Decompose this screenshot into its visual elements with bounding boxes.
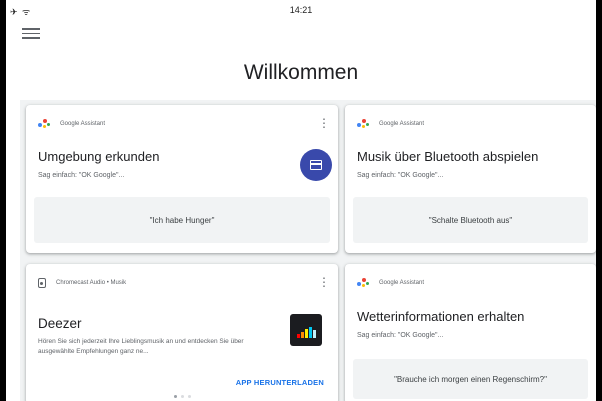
carousel-dot: [187, 395, 191, 398]
google-assistant-icon: [357, 278, 371, 288]
query-example[interactable]: "Ich habe Hunger": [34, 197, 330, 243]
more-options-icon[interactable]: ⋮: [318, 276, 330, 290]
card-title: Deezer: [38, 316, 82, 331]
card-source-label: Chromecast Audio • Musik: [56, 280, 127, 286]
card-source-label: Google Assistant: [60, 121, 106, 127]
status-time: 14:21: [289, 5, 313, 15]
google-assistant-icon: [38, 119, 52, 129]
card-musik-bluetooth[interactable]: Google Assistant Musik über Bluetooth ab…: [345, 105, 596, 253]
device-bezel-right: [596, 0, 602, 401]
card-umgebung-erkunden[interactable]: Google Assistant ⋮ Umgebung erkunden Sag…: [26, 105, 338, 253]
screen: ✈ ᯤ 14:21 Willkommen Google Assistant ⋮ …: [6, 0, 596, 401]
carousel-dot: [173, 395, 177, 398]
hamburger-menu-icon[interactable]: [22, 28, 40, 42]
query-example[interactable]: "Schalte Bluetooth aus": [353, 197, 588, 243]
deezer-logo: [290, 314, 322, 346]
page-title: Willkommen: [243, 61, 359, 84]
carousel-dots: [26, 395, 338, 398]
card-title: Umgebung erkunden: [38, 149, 160, 164]
calendar-icon[interactable]: [300, 149, 332, 181]
card-source-label: Google Assistant: [379, 280, 425, 286]
card-subtitle: Sag einfach: "OK Google"...: [357, 172, 444, 179]
card-header: Google Assistant: [357, 276, 424, 290]
card-title: Musik über Bluetooth abspielen: [357, 149, 539, 164]
chromecast-audio-icon: [38, 278, 46, 288]
card-subtitle: Sag einfach: "OK Google"...: [357, 332, 444, 339]
more-options-icon[interactable]: ⋮: [318, 117, 330, 131]
card-header: Google Assistant: [38, 117, 105, 131]
status-bar: ✈ ᯤ 14:21: [6, 0, 596, 22]
card-wetterinformationen[interactable]: Google Assistant Wetterinformationen erh…: [345, 264, 596, 401]
card-deezer[interactable]: Chromecast Audio • Musik ⋮ Deezer Hören …: [26, 264, 338, 401]
card-subtitle: Sag einfach: "OK Google"...: [38, 172, 125, 179]
card-source-label: Google Assistant: [379, 121, 425, 127]
card-description: Hören Sie sich jederzeit Ihre Lieblingsm…: [38, 338, 244, 355]
download-app-button[interactable]: APP HERUNTERLADEN: [236, 378, 324, 387]
card-header: Google Assistant: [357, 117, 424, 131]
carousel-dot: [180, 395, 184, 398]
card-header: Chromecast Audio • Musik: [38, 276, 126, 290]
card-title: Wetterinformationen erhalten: [357, 309, 525, 324]
query-example[interactable]: "Brauche ich morgen einen Regenschirm?": [353, 359, 588, 399]
google-assistant-icon: [357, 119, 371, 129]
